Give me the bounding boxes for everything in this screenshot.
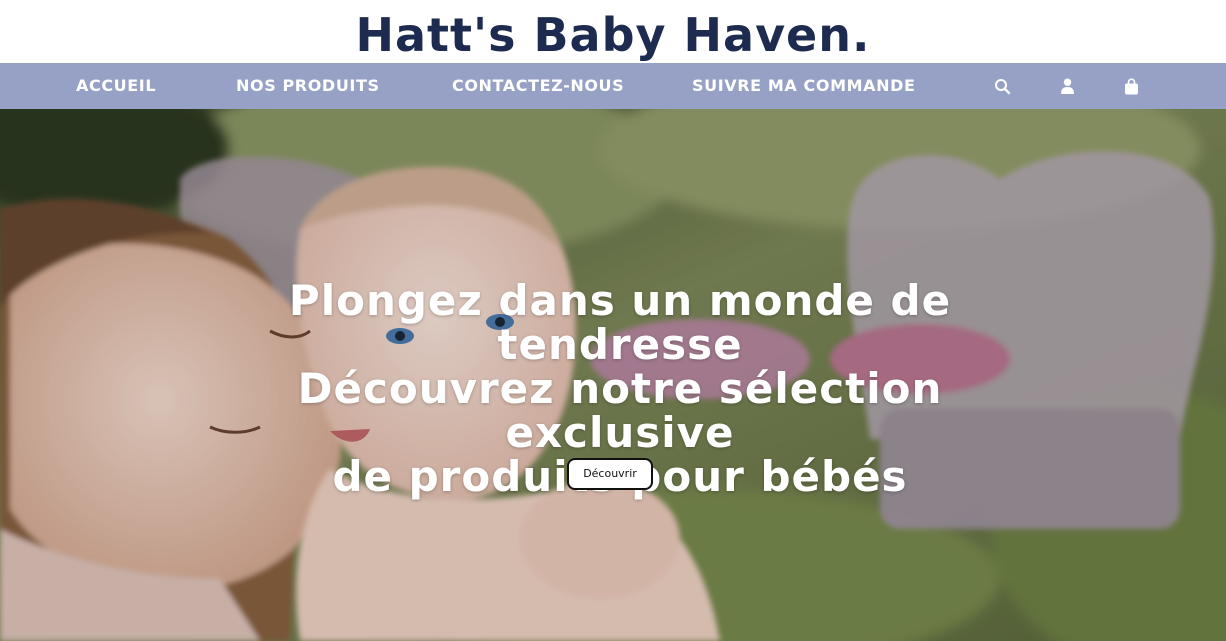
site-logo-title[interactable]: Hatt's Baby Haven. bbox=[356, 8, 871, 62]
hero-headline-line-2: tendresse bbox=[497, 320, 743, 369]
user-icon[interactable] bbox=[1057, 76, 1077, 96]
shopping-bag-icon[interactable] bbox=[1121, 76, 1141, 96]
nav-item-suivre-ma-commande[interactable]: SUIVRE MA COMMANDE bbox=[692, 63, 916, 109]
site-header: Hatt's Baby Haven. bbox=[0, 0, 1226, 63]
nav-item-accueil[interactable]: ACCUEIL bbox=[76, 63, 156, 109]
hero-headline-line-1: Plongez dans un monde de bbox=[288, 276, 952, 325]
nav-item-nos-produits[interactable]: NOS PRODUITS bbox=[236, 63, 380, 109]
discover-button[interactable]: Découvrir bbox=[567, 458, 653, 490]
search-icon[interactable] bbox=[992, 76, 1012, 96]
nav-item-contactez-nous[interactable]: CONTACTEZ-NOUS bbox=[452, 63, 624, 109]
hero-headline-line-3: Découvrez notre sélection exclusive bbox=[297, 364, 943, 457]
hero-banner: Plongez dans un monde de tendresse Décou… bbox=[0, 109, 1226, 641]
main-navigation: ACCUEIL NOS PRODUITS CONTACTEZ-NOUS SUIV… bbox=[0, 63, 1226, 109]
